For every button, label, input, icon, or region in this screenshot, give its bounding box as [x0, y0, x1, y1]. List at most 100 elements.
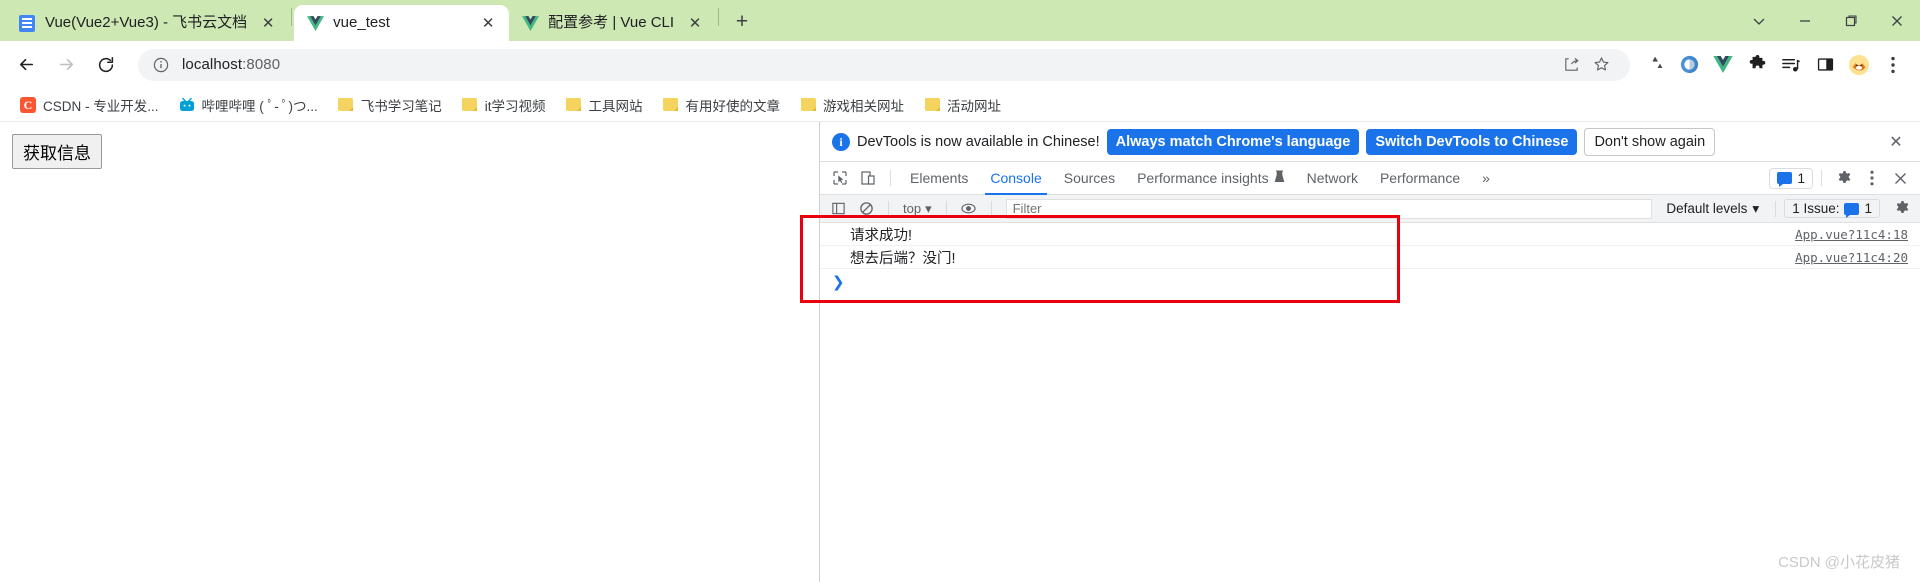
recycle-icon[interactable]	[1638, 48, 1672, 82]
console-log-row[interactable]: 请求成功! App.vue?11c4:18	[820, 223, 1920, 246]
tab-close-icon[interactable]: ✕	[684, 12, 706, 34]
experiment-icon	[1274, 170, 1285, 186]
devtools-tab-console[interactable]: Console	[979, 162, 1052, 195]
devtools-tab-elements[interactable]: Elements	[899, 162, 979, 195]
kebab-menu-icon[interactable]	[1858, 164, 1886, 192]
issue-message-icon	[1777, 172, 1793, 187]
console-log-row[interactable]: 想去后端？没门! App.vue?11c4:20	[820, 246, 1920, 269]
forward-button[interactable]	[48, 47, 84, 83]
bookmark-label: it学习视频	[484, 98, 546, 114]
inspect-cursor-icon[interactable]	[826, 164, 854, 192]
switch-to-chinese-button[interactable]: Switch DevTools to Chinese	[1366, 128, 1578, 155]
devtools-tab-performance[interactable]: Performance	[1369, 162, 1471, 195]
get-info-button[interactable]: 获取信息	[12, 134, 102, 169]
bilibili-icon	[179, 97, 195, 113]
browser-tab-title: Vue(Vue2+Vue3) - 飞书云文档	[45, 14, 248, 31]
sidepanel-icon[interactable]	[1808, 48, 1842, 82]
gear-icon[interactable]	[1830, 164, 1858, 192]
console-log-source-link[interactable]: App.vue?11c4:20	[1795, 250, 1920, 265]
omnibox-circle-icon[interactable]	[1672, 48, 1706, 82]
devtools-tab-bar: Elements Console Sources Performance ins…	[820, 162, 1920, 195]
tab-label: Elements	[910, 170, 969, 186]
live-expression-icon[interactable]	[955, 195, 983, 223]
site-info-icon[interactable]	[152, 56, 170, 74]
browser-tab-1[interactable]: vue_test ✕	[294, 5, 510, 41]
close-icon[interactable]	[1886, 164, 1914, 192]
device-toggle-icon[interactable]	[854, 164, 882, 192]
console-toolbar: top ▾ Default levels ▾ 1 Issue: 1	[820, 195, 1920, 223]
toolbar-divider	[1775, 200, 1777, 217]
tab-divider	[291, 7, 293, 26]
browser-tab-2[interactable]: 配置参考 | Vue CLI ✕	[509, 5, 716, 41]
tab-divider	[718, 7, 720, 26]
toolbar-divider	[990, 200, 992, 217]
issues-badge: 1	[1864, 201, 1872, 216]
bookmark-label: CSDN - 专业开发...	[43, 98, 159, 114]
console-filter-input[interactable]	[1005, 198, 1653, 219]
bookmark-label: 工具网站	[588, 98, 643, 114]
bookmarks-bar: C CSDN - 专业开发... 哔哩哔哩 ( ﾟ- ﾟ)つ... 飞书学习笔记…	[0, 88, 1920, 122]
reload-button[interactable]	[88, 47, 124, 83]
vue-icon	[306, 14, 324, 32]
back-button[interactable]	[8, 47, 44, 83]
levels-label: Default levels	[1666, 201, 1748, 216]
devtools-tab-sources[interactable]: Sources	[1053, 162, 1126, 195]
bookmark-label: 游戏相关网址	[823, 98, 905, 114]
log-levels-selector[interactable]: Default levels ▾	[1658, 201, 1767, 217]
bookmark-item[interactable]: 游戏相关网址	[792, 92, 912, 118]
star-icon[interactable]	[1586, 50, 1616, 80]
folder-icon	[338, 97, 354, 113]
extension-icons	[1638, 48, 1910, 82]
vue-icon	[521, 14, 539, 32]
tab-close-icon[interactable]: ✕	[257, 12, 279, 34]
console-sidebar-icon[interactable]	[824, 195, 852, 223]
share-icon[interactable]	[1556, 50, 1586, 80]
browser-toolbar: localhost:8080	[0, 41, 1920, 88]
minimize-icon[interactable]	[1782, 0, 1828, 41]
bookmark-item[interactable]: 工具网站	[558, 92, 651, 118]
chevron-down-icon: ▾	[1752, 200, 1760, 216]
console-settings-gear-icon[interactable]	[1888, 195, 1916, 223]
avatar-icon[interactable]	[1842, 48, 1876, 82]
address-bar-url: localhost:8080	[182, 56, 280, 73]
new-tab-button[interactable]: +	[727, 7, 757, 37]
kebab-menu-icon[interactable]	[1876, 48, 1910, 82]
devtools-more-tabs-button[interactable]: »	[1471, 162, 1501, 195]
devtools-tab-performance-insights[interactable]: Performance insights	[1126, 162, 1296, 195]
bookmark-item[interactable]: it学习视频	[454, 92, 554, 118]
browser-tab-0[interactable]: Vue(Vue2+Vue3) - 飞书云文档 ✕	[6, 5, 289, 41]
execution-context-selector[interactable]: top ▾	[897, 201, 938, 217]
url-host: localhost	[182, 56, 243, 73]
console-issues-button[interactable]: 1 Issue: 1	[1784, 199, 1880, 218]
bookmark-item[interactable]: 有用好使的文章	[655, 92, 789, 118]
console-message-list: 请求成功! App.vue?11c4:18 想去后端？没门! App.vue?1…	[800, 215, 1920, 582]
console-log-source-link[interactable]: App.vue?11c4:18	[1795, 227, 1920, 242]
tab-label: Console	[990, 170, 1042, 186]
bookmark-item[interactable]: 飞书学习笔记	[330, 92, 450, 118]
prompt-arrow-icon: ❯	[832, 274, 845, 291]
chevron-down-icon[interactable]	[1736, 0, 1782, 41]
vue-icon[interactable]	[1706, 48, 1740, 82]
maximize-icon[interactable]	[1828, 0, 1874, 41]
playlist-icon[interactable]	[1774, 48, 1808, 82]
issues-counter-button[interactable]: 1	[1769, 167, 1813, 189]
always-match-language-button[interactable]: Always match Chrome's language	[1106, 128, 1360, 155]
tab-close-icon[interactable]: ✕	[477, 12, 499, 34]
context-label: top	[903, 201, 922, 216]
bookmark-item[interactable]: 活动网址	[916, 92, 1009, 118]
clear-console-icon[interactable]	[852, 195, 880, 223]
close-icon[interactable]: ✕	[1884, 130, 1908, 154]
browser-tab-title: vue_test	[333, 14, 390, 31]
console-prompt[interactable]: ❯	[820, 269, 1920, 295]
devtools-tab-network[interactable]: Network	[1296, 162, 1369, 195]
folder-icon	[924, 97, 940, 113]
puzzle-icon[interactable]	[1740, 48, 1774, 82]
dont-show-again-button[interactable]: Don't show again	[1584, 127, 1716, 156]
bookmark-item[interactable]: 哔哩哔哩 ( ﾟ- ﾟ)つ...	[171, 92, 326, 118]
url-port: :8080	[242, 56, 281, 73]
bookmark-item[interactable]: C CSDN - 专业开发...	[12, 92, 167, 118]
issues-label: 1 Issue:	[1792, 201, 1840, 216]
address-bar[interactable]: localhost:8080	[138, 48, 1630, 81]
close-icon[interactable]	[1874, 0, 1920, 41]
issue-message-icon	[1844, 202, 1860, 218]
